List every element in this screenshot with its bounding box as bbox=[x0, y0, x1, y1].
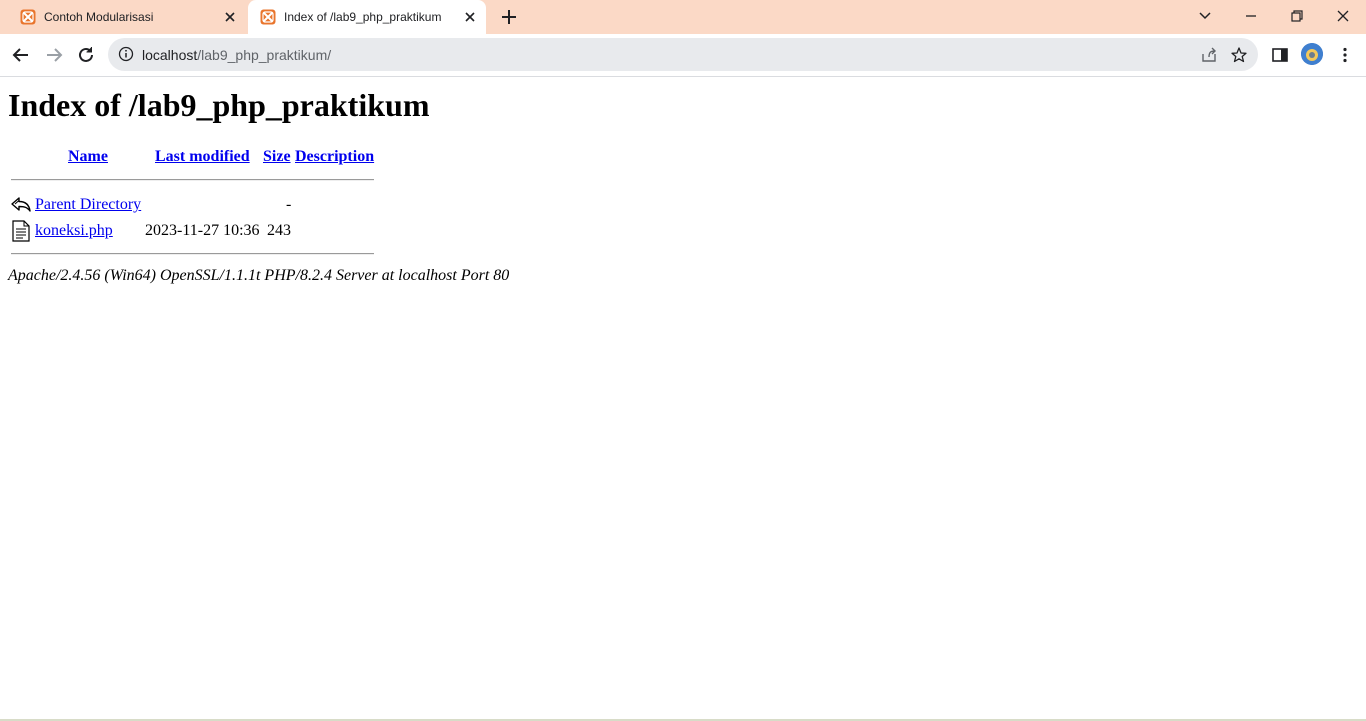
profile-avatar[interactable] bbox=[1301, 43, 1323, 65]
tab-index-of-lab9[interactable]: Index of /lab9_php_praktikum bbox=[248, 0, 486, 34]
row-size: - bbox=[286, 196, 292, 213]
reload-icon[interactable] bbox=[75, 44, 97, 66]
minimize-icon[interactable] bbox=[1241, 6, 1261, 26]
page-title: Index of /lab9_php_praktikum bbox=[8, 87, 430, 123]
server-signature: Apache/2.4.56 (Win64) OpenSSL/1.1.1t PHP… bbox=[8, 267, 510, 284]
close-icon[interactable] bbox=[222, 9, 238, 25]
page-content: Index of /lab9_php_praktikum Name Last m… bbox=[0, 77, 1366, 721]
browser-toolbar: localhost/lab9_php_praktikum/ bbox=[0, 34, 1366, 77]
row-last-modified: 2023-11-27 10:36 bbox=[145, 222, 260, 239]
text-file-icon bbox=[12, 220, 30, 242]
restore-icon[interactable] bbox=[1287, 6, 1307, 26]
tab-strip: Contoh Modularisasi Index of /lab9_php_p… bbox=[0, 0, 1366, 34]
info-icon[interactable] bbox=[118, 46, 134, 62]
footer-divider bbox=[11, 253, 374, 255]
back-arrow-icon[interactable] bbox=[10, 44, 32, 66]
close-icon[interactable] bbox=[462, 9, 478, 25]
url-host: localhost bbox=[142, 47, 198, 63]
url-path: /lab9_php_praktikum/ bbox=[197, 47, 332, 63]
column-header-size[interactable]: Size bbox=[263, 148, 291, 166]
column-header-last-modified[interactable]: Last modified bbox=[155, 148, 250, 166]
tab-title: Index of /lab9_php_praktikum bbox=[284, 10, 442, 24]
new-tab-plus-icon[interactable] bbox=[498, 6, 520, 28]
tab-contoh-modularisasi[interactable]: Contoh Modularisasi bbox=[8, 0, 246, 34]
xampp-icon bbox=[260, 9, 276, 25]
side-panel-icon[interactable] bbox=[1270, 45, 1290, 65]
back-arrow-icon bbox=[11, 197, 31, 212]
column-header-description[interactable]: Description bbox=[295, 148, 374, 166]
share-icon[interactable] bbox=[1200, 46, 1218, 64]
avatar-image-icon bbox=[1301, 43, 1323, 65]
column-header-name[interactable]: Name bbox=[68, 148, 108, 166]
forward-arrow-icon[interactable] bbox=[43, 44, 65, 66]
address-bar[interactable]: localhost/lab9_php_praktikum/ bbox=[108, 38, 1258, 71]
menu-kebab-icon[interactable] bbox=[1335, 45, 1355, 65]
url-text[interactable]: localhost/lab9_php_praktikum/ bbox=[142, 47, 331, 63]
xampp-icon bbox=[20, 9, 36, 25]
bookmark-star-icon[interactable] bbox=[1230, 46, 1248, 64]
tab-title: Contoh Modularisasi bbox=[44, 10, 154, 24]
header-divider bbox=[11, 179, 374, 181]
file-link-koneksi[interactable]: koneksi.php bbox=[35, 222, 113, 240]
row-size: 243 bbox=[267, 222, 291, 239]
tab-search-chevron-icon[interactable] bbox=[1195, 6, 1215, 26]
close-window-icon[interactable] bbox=[1333, 6, 1353, 26]
parent-directory-link[interactable]: Parent Directory bbox=[35, 196, 141, 214]
